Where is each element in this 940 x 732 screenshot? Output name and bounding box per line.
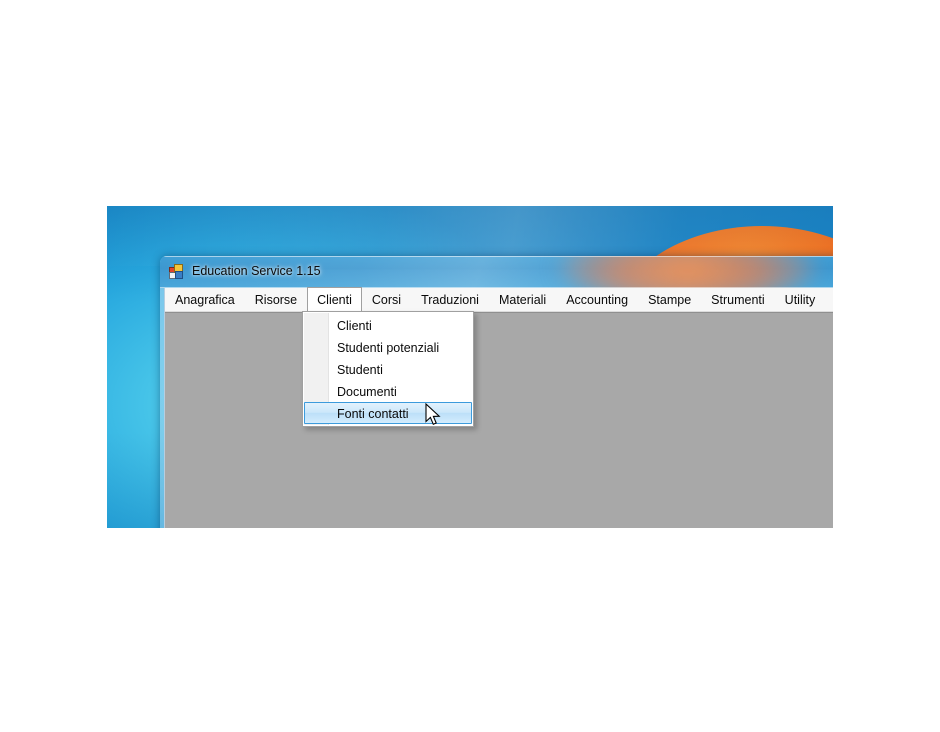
menu-item-clienti[interactable]: Clienti <box>307 287 362 312</box>
crop-mask-right <box>833 0 940 732</box>
menu-bar: Anagrafica Risorse Clienti Corsi Traduzi… <box>165 287 842 312</box>
crop-mask-top <box>0 0 940 206</box>
dropdown-item-documenti[interactable]: Documenti <box>304 380 472 402</box>
window-title-text: Education Service 1.15 <box>192 264 321 278</box>
menu-item-materiali[interactable]: Materiali <box>489 287 556 312</box>
dropdown-menu-clienti: Clienti Studenti potenziali Studenti Doc… <box>302 311 474 427</box>
dropdown-item-studenti-potenziali[interactable]: Studenti potenziali <box>304 336 472 358</box>
menu-item-anagrafica[interactable]: Anagrafica <box>165 287 245 312</box>
menu-item-corsi[interactable]: Corsi <box>362 287 411 312</box>
window-title-row: Education Service 1.15 <box>169 262 321 280</box>
screenshot-canvas: Education Service 1.15 Anagrafica Risors… <box>0 0 940 732</box>
dropdown-item-clienti[interactable]: Clienti <box>304 314 472 336</box>
dropdown-item-fonti-contatti[interactable]: Fonti contatti <box>304 402 472 424</box>
app-icon-square-blue <box>175 270 183 279</box>
crop-mask-left <box>0 0 107 732</box>
window-body: Anagrafica Risorse Clienti Corsi Traduzi… <box>164 287 842 536</box>
application-icon <box>169 263 184 279</box>
mdi-client-area <box>165 312 840 536</box>
menu-item-utility[interactable]: Utility <box>775 287 826 312</box>
crop-mask-bottom <box>0 528 940 732</box>
application-window: Education Service 1.15 Anagrafica Risors… <box>160 256 842 536</box>
title-glass-top-edge <box>160 256 840 257</box>
menu-item-strumenti[interactable]: Strumenti <box>701 287 775 312</box>
menu-item-risorse[interactable]: Risorse <box>245 287 307 312</box>
dropdown-item-studenti[interactable]: Studenti <box>304 358 472 380</box>
menu-item-traduzioni[interactable]: Traduzioni <box>411 287 489 312</box>
menu-item-stampe[interactable]: Stampe <box>638 287 701 312</box>
menu-item-accounting[interactable]: Accounting <box>556 287 638 312</box>
